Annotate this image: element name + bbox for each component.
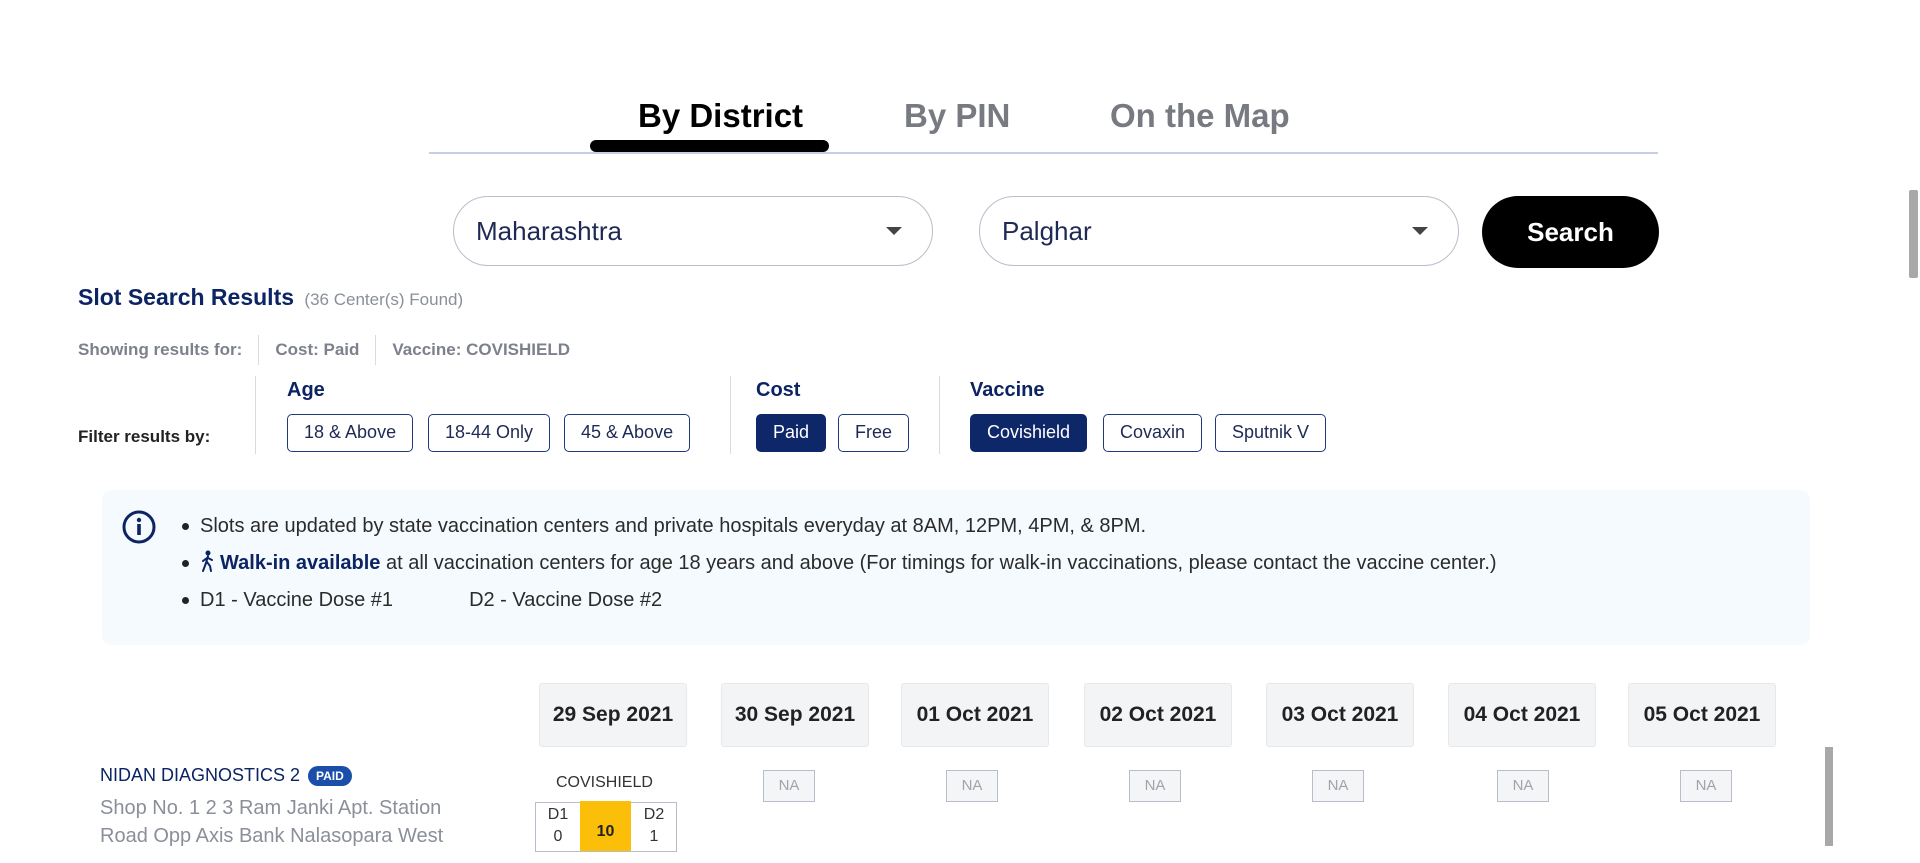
date-header: 30 Sep 2021	[721, 683, 869, 747]
dose2-legend: D2 - Vaccine Dose #2	[469, 589, 663, 611]
slot-availability[interactable]: D1 0 10 D2 1	[535, 801, 677, 852]
walkin-available-label: Walk-in available	[220, 552, 381, 574]
walkin-details: at all vaccination centers for age 18 ye…	[380, 552, 1497, 574]
paid-badge: PAID	[308, 765, 352, 786]
results-title-text: Slot Search Results	[78, 284, 295, 310]
cost-filter-title: Cost	[756, 379, 801, 401]
results-title: Slot Search Results (36 Center(s) Found)	[78, 284, 463, 311]
info-walkin: Walk-in available at all vaccination cen…	[180, 550, 1497, 587]
slot-na: NA	[1497, 770, 1549, 802]
age-filter-18-above[interactable]: 18 & Above	[287, 414, 414, 452]
dose1-slots: D1 0	[536, 803, 580, 851]
slot-na: NA	[1680, 770, 1732, 802]
vaccine-filter-title: Vaccine	[970, 379, 1045, 401]
divider	[939, 376, 940, 454]
age-filter-18-44[interactable]: 18-44 Only	[428, 414, 551, 452]
district-select-value: Palghar	[1002, 216, 1092, 246]
slot-vaccine-name: COVISHIELD	[556, 774, 653, 791]
info-dose-legend: D1 - Vaccine Dose #1 D2 - Vaccine Dose #2	[180, 587, 1497, 624]
info-box: Slots are updated by state vaccination c…	[102, 490, 1810, 645]
showing-label: Showing results for:	[78, 340, 243, 359]
divider	[258, 335, 260, 365]
state-select[interactable]: Maharashtra	[453, 196, 933, 266]
state-select-value: Maharashtra	[476, 216, 622, 246]
date-header: 04 Oct 2021	[1448, 683, 1596, 747]
chevron-down-icon	[886, 227, 902, 235]
showing-vaccine-value: COVISHIELD	[466, 340, 571, 359]
district-select[interactable]: Palghar	[979, 196, 1459, 266]
dose1-label: D1	[547, 806, 569, 823]
tab-by-pin[interactable]: By PIN	[904, 92, 1010, 140]
cost-filter-free[interactable]: Free	[838, 414, 910, 452]
showing-vaccine: Vaccine: COVISHIELD	[392, 340, 570, 360]
date-header: 29 Sep 2021	[539, 683, 687, 747]
age-filter-45-above[interactable]: 45 & Above	[564, 414, 691, 452]
center-name-text: NIDAN DIAGNOSTICS 2	[100, 765, 301, 785]
date-header: 03 Oct 2021	[1266, 683, 1414, 747]
page-scrollbar[interactable]	[1909, 190, 1918, 278]
walking-person-icon	[202, 550, 213, 572]
slot-na: NA	[763, 770, 815, 802]
total-slots[interactable]: 10	[580, 801, 631, 851]
vaccine-filter-covaxin[interactable]: Covaxin	[1103, 414, 1203, 452]
slot-na: NA	[1312, 770, 1364, 802]
tab-by-district[interactable]: By District	[638, 92, 803, 140]
info-icon	[122, 510, 156, 544]
active-tab-indicator	[590, 140, 829, 152]
age-filter-title: Age	[287, 379, 325, 401]
vaccine-filter-sputnik[interactable]: Sputnik V	[1215, 414, 1327, 452]
chevron-down-icon	[1412, 227, 1428, 235]
applied-filters-summary: Showing results for: Cost: Paid Vaccine:…	[78, 335, 570, 365]
slot-na: NA	[1129, 770, 1181, 802]
date-header: 05 Oct 2021	[1628, 683, 1776, 747]
tab-on-the-map[interactable]: On the Map	[1110, 92, 1290, 140]
info-list: Slots are updated by state vaccination c…	[180, 513, 1497, 624]
showing-cost: Cost: Paid	[275, 340, 360, 359]
showing-vaccine-prefix: Vaccine:	[392, 340, 467, 359]
vaccine-filter-covishield[interactable]: Covishield	[970, 414, 1088, 452]
dose2-value: 1	[649, 828, 659, 845]
center-address: Shop No. 1 2 3 Ram Janki Apt. Station Ro…	[100, 797, 444, 847]
filter-label: Filter results by:	[78, 427, 211, 446]
dose2-slots: D2 1	[632, 803, 676, 851]
search-button[interactable]: Search	[1482, 196, 1659, 268]
divider	[255, 376, 256, 454]
date-header: 02 Oct 2021	[1084, 683, 1232, 747]
divider	[730, 376, 731, 454]
slot-na: NA	[946, 770, 998, 802]
search-mode-tabs: By District By PIN On the Map	[429, 92, 1658, 154]
info-slot-updates: Slots are updated by state vaccination c…	[180, 513, 1497, 550]
date-header: 01 Oct 2021	[901, 683, 1049, 747]
dose2-label: D2	[643, 806, 665, 823]
dose1-legend: D1 - Vaccine Dose #1	[200, 589, 394, 611]
cost-filter-paid[interactable]: Paid	[756, 414, 827, 452]
results-scrollbar[interactable]	[1825, 747, 1833, 846]
divider	[375, 335, 377, 365]
center-name[interactable]: NIDAN DIAGNOSTICS 2 PAID	[100, 765, 352, 786]
dose1-value: 0	[553, 828, 563, 845]
results-count: (36 Center(s) Found)	[304, 290, 464, 309]
